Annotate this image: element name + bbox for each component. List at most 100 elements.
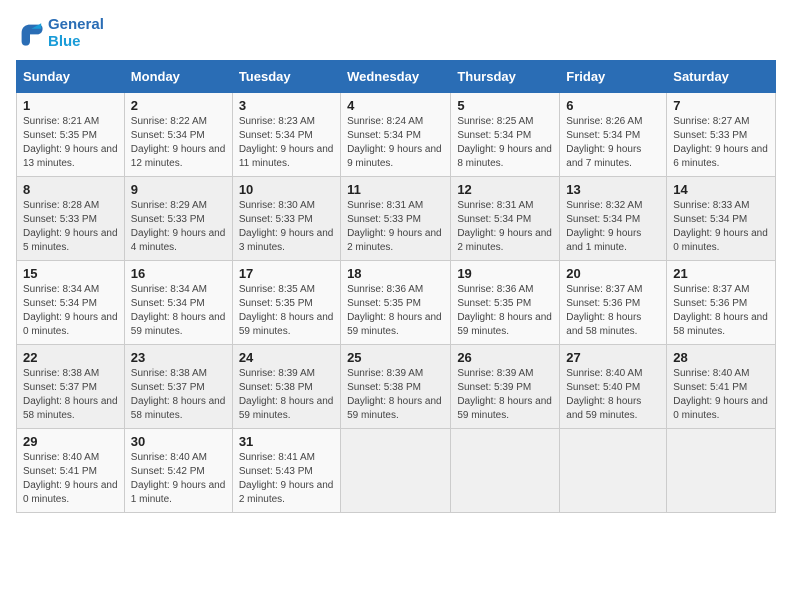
calendar-table: SundayMondayTuesdayWednesdayThursdayFrid… <box>16 60 776 513</box>
day-number: 13 <box>566 182 660 197</box>
day-number: 29 <box>23 434 118 449</box>
calendar-cell: 11Sunrise: 8:31 AM Sunset: 5:33 PM Dayli… <box>341 177 451 261</box>
day-info: Sunrise: 8:29 AM Sunset: 5:33 PM Dayligh… <box>131 199 226 255</box>
day-info: Sunrise: 8:32 AM Sunset: 5:34 PM Dayligh… <box>566 199 660 255</box>
calendar-cell: 26 Sunrise: 8:39 AM Sunset: 5:39 PM Dayli… <box>451 345 560 429</box>
day-number: 18 <box>347 266 444 281</box>
calendar-cell: 2Sunrise: 8:22 AM Sunset: 5:34 PM Daylig… <box>124 93 232 177</box>
day-info: Sunrise: 8:36 AM Sunset: 5:35 PM Dayligh… <box>347 283 444 339</box>
day-number: 10 <box>239 182 334 197</box>
day-number: 16 <box>131 266 226 281</box>
day-info: Sunrise: 8:26 AM Sunset: 5:34 PM Dayligh… <box>566 115 660 171</box>
day-number: 21 <box>673 266 769 281</box>
day-info: Sunrise: 8:27 AM Sunset: 5:33 PM Dayligh… <box>673 115 769 171</box>
calendar-cell: 17 Sunrise: 8:35 AM Sunset: 5:35 PM Dayli… <box>232 261 340 345</box>
calendar-cell: 29 Sunrise: 8:40 AM Sunset: 5:41 PM Dayli… <box>17 429 125 513</box>
calendar-cell: 14Sunrise: 8:33 AM Sunset: 5:34 PM Dayli… <box>667 177 776 261</box>
day-header-sunday: Sunday <box>17 61 125 93</box>
day-info: Sunrise: 8:36 AM Sunset: 5:35 PM Dayligh… <box>457 283 553 339</box>
calendar-cell: 9 Sunrise: 8:29 AM Sunset: 5:33 PM Daylig… <box>124 177 232 261</box>
day-number: 4 <box>347 98 444 113</box>
calendar-cell: 8 Sunrise: 8:28 AM Sunset: 5:33 PM Daylig… <box>17 177 125 261</box>
day-info: Sunrise: 8:22 AM Sunset: 5:34 PM Dayligh… <box>131 115 226 171</box>
calendar-week-5: 29 Sunrise: 8:40 AM Sunset: 5:41 PM Dayli… <box>17 429 776 513</box>
calendar-cell: 21 Sunrise: 8:37 AM Sunset: 5:36 PM Dayli… <box>667 261 776 345</box>
day-number: 25 <box>347 350 444 365</box>
day-info: Sunrise: 8:37 AM Sunset: 5:36 PM Dayligh… <box>566 283 660 339</box>
day-info: Sunrise: 8:40 AM Sunset: 5:41 PM Dayligh… <box>23 451 118 507</box>
calendar-cell: 10 Sunrise: 8:30 AM Sunset: 5:33 PM Dayli… <box>232 177 340 261</box>
logo-icon <box>16 19 44 47</box>
day-number: 14 <box>673 182 769 197</box>
day-info: Sunrise: 8:38 AM Sunset: 5:37 PM Dayligh… <box>23 367 118 423</box>
day-info: Sunrise: 8:39 AM Sunset: 5:39 PM Dayligh… <box>457 367 553 423</box>
day-number: 3 <box>239 98 334 113</box>
day-number: 5 <box>457 98 553 113</box>
day-info: Sunrise: 8:34 AM Sunset: 5:34 PM Dayligh… <box>131 283 226 339</box>
logo: General Blue <box>16 16 104 50</box>
day-number: 26 <box>457 350 553 365</box>
day-number: 28 <box>673 350 769 365</box>
day-number: 22 <box>23 350 118 365</box>
day-number: 24 <box>239 350 334 365</box>
calendar-week-1: 1Sunrise: 8:21 AM Sunset: 5:35 PM Daylig… <box>17 93 776 177</box>
day-info: Sunrise: 8:40 AM Sunset: 5:41 PM Dayligh… <box>673 367 769 423</box>
calendar-cell: 25 Sunrise: 8:39 AM Sunset: 5:38 PM Dayli… <box>341 345 451 429</box>
calendar-cell <box>667 429 776 513</box>
day-info: Sunrise: 8:25 AM Sunset: 5:34 PM Dayligh… <box>457 115 553 171</box>
day-number: 17 <box>239 266 334 281</box>
day-number: 6 <box>566 98 660 113</box>
day-number: 12 <box>457 182 553 197</box>
logo-text: General Blue <box>48 16 104 50</box>
calendar-week-4: 22 Sunrise: 8:38 AM Sunset: 5:37 PM Dayli… <box>17 345 776 429</box>
calendar-week-2: 8 Sunrise: 8:28 AM Sunset: 5:33 PM Daylig… <box>17 177 776 261</box>
day-info: Sunrise: 8:40 AM Sunset: 5:40 PM Dayligh… <box>566 367 660 423</box>
calendar-cell: 15 Sunrise: 8:34 AM Sunset: 5:34 PM Dayli… <box>17 261 125 345</box>
calendar-cell: 23Sunrise: 8:38 AM Sunset: 5:37 PM Dayli… <box>124 345 232 429</box>
calendar-cell: 30 Sunrise: 8:40 AM Sunset: 5:42 PM Dayli… <box>124 429 232 513</box>
calendar-cell: 13 Sunrise: 8:32 AM Sunset: 5:34 PM Dayli… <box>560 177 667 261</box>
calendar-cell: 12 Sunrise: 8:31 AM Sunset: 5:34 PM Dayli… <box>451 177 560 261</box>
day-header-wednesday: Wednesday <box>341 61 451 93</box>
calendar-cell <box>560 429 667 513</box>
calendar-cell: 1Sunrise: 8:21 AM Sunset: 5:35 PM Daylig… <box>17 93 125 177</box>
day-info: Sunrise: 8:41 AM Sunset: 5:43 PM Dayligh… <box>239 451 334 507</box>
day-info: Sunrise: 8:37 AM Sunset: 5:36 PM Dayligh… <box>673 283 769 339</box>
day-info: Sunrise: 8:31 AM Sunset: 5:33 PM Dayligh… <box>347 199 444 255</box>
day-info: Sunrise: 8:40 AM Sunset: 5:42 PM Dayligh… <box>131 451 226 507</box>
calendar-cell: 18 Sunrise: 8:36 AM Sunset: 5:35 PM Dayli… <box>341 261 451 345</box>
calendar-cell: 31Sunrise: 8:41 AM Sunset: 5:43 PM Dayli… <box>232 429 340 513</box>
day-number: 1 <box>23 98 118 113</box>
day-info: Sunrise: 8:24 AM Sunset: 5:34 PM Dayligh… <box>347 115 444 171</box>
day-number: 9 <box>131 182 226 197</box>
calendar-cell: 6 Sunrise: 8:26 AM Sunset: 5:34 PM Daylig… <box>560 93 667 177</box>
calendar-cell <box>341 429 451 513</box>
calendar-cell: 4 Sunrise: 8:24 AM Sunset: 5:34 PM Daylig… <box>341 93 451 177</box>
day-header-monday: Monday <box>124 61 232 93</box>
day-number: 23 <box>131 350 226 365</box>
calendar-cell: 5 Sunrise: 8:25 AM Sunset: 5:34 PM Daylig… <box>451 93 560 177</box>
day-info: Sunrise: 8:30 AM Sunset: 5:33 PM Dayligh… <box>239 199 334 255</box>
day-number: 7 <box>673 98 769 113</box>
day-number: 15 <box>23 266 118 281</box>
page-header: General Blue <box>16 16 776 50</box>
calendar-cell: 27Sunrise: 8:40 AM Sunset: 5:40 PM Dayli… <box>560 345 667 429</box>
calendar-cell: 28 Sunrise: 8:40 AM Sunset: 5:41 PM Dayli… <box>667 345 776 429</box>
day-header-friday: Friday <box>560 61 667 93</box>
calendar-cell: 24Sunrise: 8:39 AM Sunset: 5:38 PM Dayli… <box>232 345 340 429</box>
calendar-cell: 3Sunrise: 8:23 AM Sunset: 5:34 PM Daylig… <box>232 93 340 177</box>
day-info: Sunrise: 8:35 AM Sunset: 5:35 PM Dayligh… <box>239 283 334 339</box>
calendar-cell: 7 Sunrise: 8:27 AM Sunset: 5:33 PM Daylig… <box>667 93 776 177</box>
calendar-cell <box>451 429 560 513</box>
calendar-cell: 19Sunrise: 8:36 AM Sunset: 5:35 PM Dayli… <box>451 261 560 345</box>
day-info: Sunrise: 8:39 AM Sunset: 5:38 PM Dayligh… <box>347 367 444 423</box>
day-info: Sunrise: 8:31 AM Sunset: 5:34 PM Dayligh… <box>457 199 553 255</box>
day-info: Sunrise: 8:28 AM Sunset: 5:33 PM Dayligh… <box>23 199 118 255</box>
day-info: Sunrise: 8:34 AM Sunset: 5:34 PM Dayligh… <box>23 283 118 339</box>
day-number: 30 <box>131 434 226 449</box>
calendar-cell: 16 Sunrise: 8:34 AM Sunset: 5:34 PM Dayli… <box>124 261 232 345</box>
day-header-tuesday: Tuesday <box>232 61 340 93</box>
day-header-saturday: Saturday <box>667 61 776 93</box>
calendar-cell: 20Sunrise: 8:37 AM Sunset: 5:36 PM Dayli… <box>560 261 667 345</box>
day-number: 8 <box>23 182 118 197</box>
